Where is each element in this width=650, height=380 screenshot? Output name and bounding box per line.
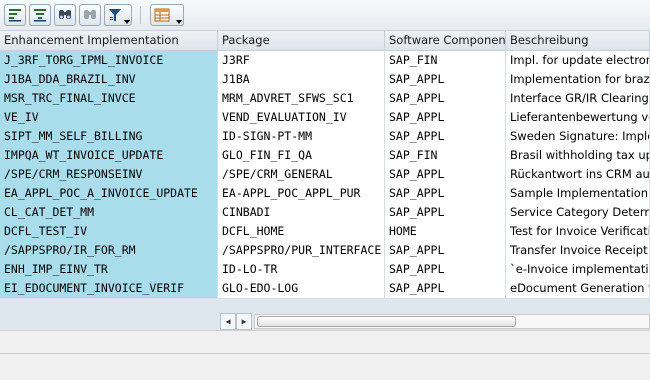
- alv-toolbar: [0, 0, 650, 31]
- filter-icon: [109, 9, 121, 21]
- table-row[interactable]: MSR_TRC_FINAL_INVCE MRM_ADVRET_SFWS_SC1 SA…: [0, 89, 650, 109]
- sort-ascending-button[interactable]: [4, 4, 26, 26]
- find-next-button[interactable]: [79, 4, 101, 26]
- description-cell[interactable]: Rückantwort ins CRM aus: [506, 165, 650, 184]
- software-component-cell[interactable]: HOME: [385, 222, 506, 241]
- layout-icon: [154, 8, 170, 22]
- enhancement-implementation-cell[interactable]: MSR_TRC_FINAL_INVCE: [0, 89, 218, 108]
- table-row[interactable]: CL_CAT_DET_MM CINBADI SAP_APPL Service Cate…: [0, 203, 650, 223]
- table-row[interactable]: /SAPPSPRO/IR_FOR_RM/SAPPSPRO/PUR_INTERFA…: [0, 241, 650, 261]
- table-row[interactable]: ENH_IMP_EINV_TR ID-LO-TR SAP_APPL `e-Invoic…: [0, 260, 650, 280]
- package-cell[interactable]: J3RF: [218, 51, 385, 70]
- toolbar-divider: [140, 6, 141, 24]
- enhancement-implementation-cell[interactable]: /SAPPSPRO/IR_FOR_RM: [0, 241, 218, 260]
- find-icon: [59, 10, 71, 19]
- enhancement-implementation-cell[interactable]: /SPE/CRM_RESPONSEINV: [0, 165, 218, 184]
- description-cell[interactable]: Interface GR/IR Clearing A: [506, 89, 650, 108]
- bottom-area: [0, 330, 650, 380]
- table-row[interactable]: IMPQA_WT_INVOICE_UPDATE GLO_FIN_FI_QA SAP_…: [0, 146, 650, 166]
- description-cell[interactable]: Service Category Determi: [506, 203, 650, 222]
- package-cell[interactable]: GLO-EDO-LOG: [218, 279, 385, 298]
- description-cell[interactable]: Test for Invoice Verificati: [506, 222, 650, 241]
- enhancement-implementation-cell[interactable]: DCFL_TEST_IV: [0, 222, 218, 241]
- sort-ascending-icon: [9, 9, 21, 22]
- software-component-cell[interactable]: SAP_APPL: [385, 203, 506, 222]
- table-row[interactable]: SIPT_MM_SELF_BILLING ID-SIGN-PT-MM SAP_APP…: [0, 127, 650, 147]
- chevron-down-icon: [124, 20, 130, 24]
- enhancement-implementation-cell[interactable]: EA_APPL_POC_A_INVOICE_UPDATE: [0, 184, 218, 203]
- column-header-package[interactable]: Package: [218, 31, 385, 50]
- column-header-enhancement-implementation[interactable]: Enhancement Implementation: [0, 31, 218, 50]
- package-cell[interactable]: VEND_EVALUATION_IV: [218, 108, 385, 127]
- package-cell[interactable]: MRM_ADVRET_SFWS_SC1: [218, 89, 385, 108]
- package-cell[interactable]: GLO_FIN_FI_QA: [218, 146, 385, 165]
- package-cell[interactable]: /SAPPSPRO/PUR_INTERFACE: [218, 241, 385, 260]
- table-row[interactable]: DCFL_TEST_IV DCFL_HOME HOME Test for Invoic…: [0, 222, 650, 242]
- horizontal-scrollbar[interactable]: ◀ ▶: [218, 313, 650, 330]
- description-cell[interactable]: Sweden Signature: Imple: [506, 127, 650, 146]
- package-cell[interactable]: ID-LO-TR: [218, 260, 385, 279]
- software-component-cell[interactable]: SAP_APPL: [385, 70, 506, 89]
- scroll-left-icon[interactable]: ◀: [220, 313, 236, 330]
- software-component-cell[interactable]: SAP_FIN: [385, 146, 506, 165]
- description-cell[interactable]: eDocument Generation fo: [506, 279, 650, 298]
- software-component-cell[interactable]: SAP_APPL: [385, 241, 506, 260]
- description-cell[interactable]: Sample Implementation fo: [506, 184, 650, 203]
- enhancement-implementation-cell[interactable]: J1BA_DDA_BRAZIL_INV: [0, 70, 218, 89]
- package-cell[interactable]: ID-SIGN-PT-MM: [218, 127, 385, 146]
- package-cell[interactable]: J1BA: [218, 70, 385, 89]
- column-header-software-component[interactable]: Software Component: [385, 31, 506, 50]
- scroll-right-icon[interactable]: ▶: [236, 313, 252, 330]
- software-component-cell[interactable]: SAP_APPL: [385, 279, 506, 298]
- column-header-beschreibung[interactable]: Beschreibung: [506, 31, 650, 50]
- description-cell[interactable]: Implementation for brazil I: [506, 70, 650, 89]
- enhancement-implementation-cell[interactable]: SIPT_MM_SELF_BILLING: [0, 127, 218, 146]
- description-cell[interactable]: Brasil withholding tax upc: [506, 146, 650, 165]
- description-cell[interactable]: `e-Invoice implementation: [506, 260, 650, 279]
- package-cell[interactable]: EA-APPL_POC_APPL_PUR: [218, 184, 385, 203]
- scroll-track[interactable]: [254, 314, 650, 329]
- enhancement-implementation-cell[interactable]: IMPQA_WT_INVOICE_UPDATE: [0, 146, 218, 165]
- enhancement-implementation-cell[interactable]: ENH_IMP_EINV_TR: [0, 260, 218, 279]
- chevron-down-icon: [176, 20, 182, 24]
- software-component-cell[interactable]: SAP_APPL: [385, 89, 506, 108]
- divider: [0, 353, 650, 354]
- package-cell[interactable]: CINBADI: [218, 203, 385, 222]
- enhancement-implementation-cell[interactable]: VE_IV: [0, 108, 218, 127]
- package-cell[interactable]: /SPE/CRM_GENERAL: [218, 165, 385, 184]
- software-component-cell[interactable]: SAP_APPL: [385, 127, 506, 146]
- description-cell[interactable]: Transfer Invoice Receipt t: [506, 241, 650, 260]
- table-row[interactable]: VE_IV VEND_EVALUATION_IV SAP_APPL Lieferant…: [0, 108, 650, 128]
- enhancement-implementation-cell[interactable]: J_3RF_TORG_IPML_INVOICE: [0, 51, 218, 70]
- software-component-cell[interactable]: SAP_APPL: [385, 184, 506, 203]
- find-next-icon: [84, 10, 96, 19]
- table-row[interactable]: EA_APPL_POC_A_INVOICE_UPDATE EA-APPL_POC_…: [0, 184, 650, 204]
- software-component-cell[interactable]: SAP_FIN: [385, 51, 506, 70]
- description-cell[interactable]: Lieferantenbewertung vo: [506, 108, 650, 127]
- table-row[interactable]: J1BA_DDA_BRAZIL_INV J1BA SAP_APPL Implement…: [0, 70, 650, 90]
- table-header: Enhancement Implementation Package Softw…: [0, 31, 650, 51]
- sort-descending-icon: [34, 9, 46, 22]
- table-row[interactable]: J_3RF_TORG_IPML_INVOICE J3RF SAP_FIN Impl. …: [0, 51, 650, 71]
- scroll-thumb[interactable]: [257, 316, 516, 327]
- filter-button[interactable]: [104, 4, 132, 26]
- sort-descending-button[interactable]: [29, 4, 51, 26]
- table-row[interactable]: /SPE/CRM_RESPONSEINV/SPE/CRM_GENERAL SAP_…: [0, 165, 650, 185]
- find-button[interactable]: [54, 4, 76, 26]
- table-row[interactable]: EI_EDOCUMENT_INVOICE_VERIF GLO-EDO-LOG SAP…: [0, 279, 650, 299]
- software-component-cell[interactable]: SAP_APPL: [385, 260, 506, 279]
- software-component-cell[interactable]: SAP_APPL: [385, 165, 506, 184]
- alv-grid: Enhancement Implementation Package Softw…: [0, 30, 650, 331]
- enhancement-implementation-cell[interactable]: CL_CAT_DET_MM: [0, 203, 218, 222]
- description-cell[interactable]: Impl. for update electroni: [506, 51, 650, 70]
- software-component-cell[interactable]: SAP_APPL: [385, 108, 506, 127]
- enhancement-implementation-cell[interactable]: EI_EDOCUMENT_INVOICE_VERIF: [0, 279, 218, 298]
- package-cell[interactable]: DCFL_HOME: [218, 222, 385, 241]
- layout-button[interactable]: [150, 4, 184, 26]
